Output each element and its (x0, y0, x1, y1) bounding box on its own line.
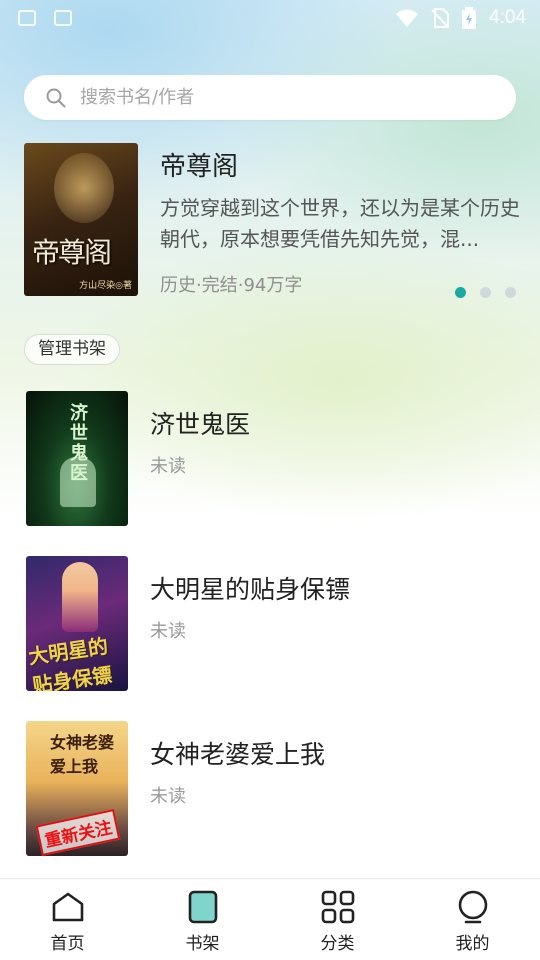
search-bar[interactable] (24, 75, 516, 120)
nav-category[interactable]: 分类 (270, 879, 405, 960)
profile-icon (458, 890, 487, 924)
featured-book-cover[interactable]: 帝尊阁 方山尽染◎著 (24, 143, 138, 296)
nav-label: 分类 (320, 934, 355, 954)
notification-icon (18, 10, 36, 26)
featured-book-description: 方觉穿越到这个世界，还以为是某个历史朝代，原本想要凭借先知先觉，混... (160, 196, 520, 251)
nav-label: 我的 (455, 934, 490, 954)
nav-label: 首页 (50, 934, 85, 954)
no-sim-icon (431, 8, 450, 28)
carousel-dot[interactable] (455, 287, 466, 298)
battery-icon (462, 7, 477, 29)
cover-title-art: 女神老婆爱上我 (50, 733, 115, 776)
notification-icon (54, 10, 72, 26)
bottom-navigation: 首页 书架 分类 我的 (0, 878, 540, 960)
book-cover[interactable]: 大明星的贴身保镖 (26, 556, 128, 691)
carousel-dot[interactable] (480, 287, 491, 298)
nav-label: 书架 (185, 934, 220, 954)
nav-bookshelf[interactable]: 书架 (135, 879, 270, 960)
home-icon (52, 892, 83, 922)
search-input[interactable] (80, 87, 516, 108)
book-title[interactable]: 女神老婆爱上我 (150, 735, 325, 771)
cover-title-art: 济世鬼医 (67, 403, 88, 483)
carousel-indicator (455, 287, 516, 298)
read-status: 未读 (150, 621, 186, 642)
status-bar: 4:04 (0, 0, 540, 36)
shelf-book-item[interactable]: 女神老婆爱上我 重新关注 女神老婆爱上我 未读 (26, 721, 516, 857)
nav-profile[interactable]: 我的 (405, 879, 540, 960)
shelf-book-item[interactable]: 济世鬼医 济世鬼医 未读 (26, 391, 516, 527)
grid-icon (321, 890, 354, 924)
search-icon (46, 88, 66, 107)
book-title[interactable]: 大明星的贴身保镖 (150, 570, 350, 606)
featured-book-card[interactable]: 帝尊阁 方山尽染◎著 帝尊阁 方觉穿越到这个世界，还以为是某个历史朝代，原本想要… (24, 143, 524, 298)
cover-title-art: 帝尊阁 (32, 236, 112, 269)
cover-author: 方山尽染◎著 (79, 281, 132, 291)
book-cover[interactable]: 女神老婆爱上我 重新关注 (26, 721, 128, 856)
cover-stamp: 重新关注 (35, 809, 121, 856)
read-status: 未读 (150, 786, 186, 807)
manage-shelf-button[interactable]: 管理书架 (24, 334, 120, 365)
status-time: 4:04 (489, 7, 526, 28)
cover-title-art: 大明星的贴身保镖 (26, 633, 114, 691)
nav-home[interactable]: 首页 (0, 879, 135, 960)
carousel-dot[interactable] (505, 287, 516, 298)
featured-book-meta: 历史·完结·94万字 (160, 275, 303, 296)
bookshelf-icon (188, 890, 217, 924)
book-title[interactable]: 济世鬼医 (150, 405, 250, 441)
shelf-book-item[interactable]: 大明星的贴身保镖 大明星的贴身保镖 未读 (26, 556, 516, 692)
read-status: 未读 (150, 456, 186, 477)
featured-book-title[interactable]: 帝尊阁 (160, 146, 238, 183)
book-cover[interactable]: 济世鬼医 (26, 391, 128, 526)
wifi-icon (396, 9, 419, 27)
